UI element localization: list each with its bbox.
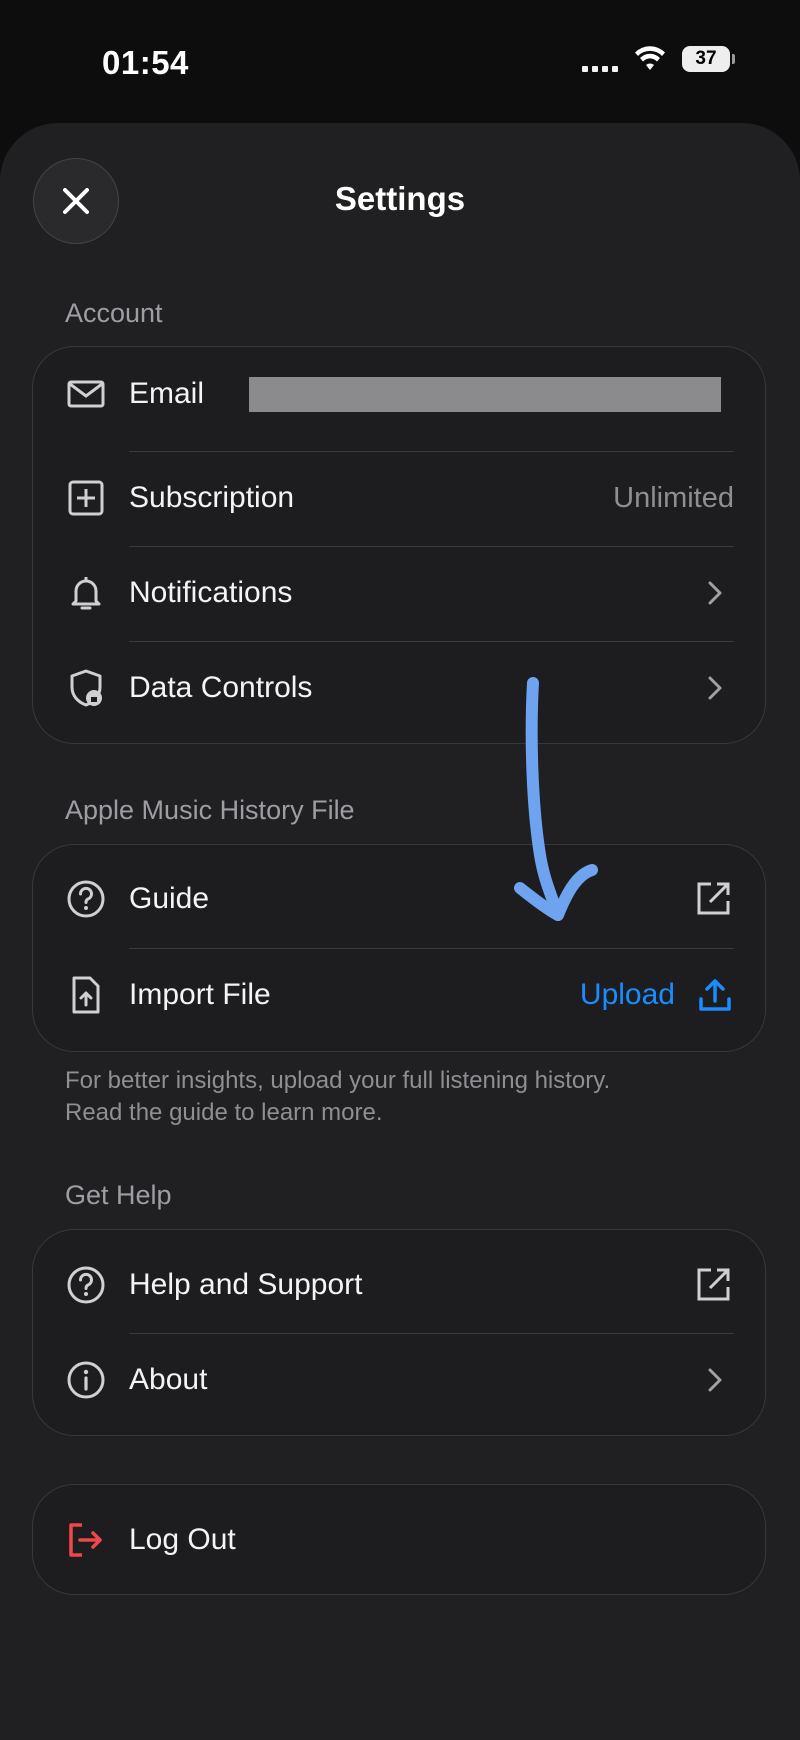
status-bar: 01:54 37 [0, 0, 800, 120]
chevron-right-icon [708, 1368, 722, 1392]
logout-label: Log Out [129, 1523, 236, 1556]
plus-square-icon [66, 478, 106, 518]
logout-card: Log Out [32, 1484, 766, 1595]
footnote-line-2: Read the guide to learn more. [65, 1099, 383, 1126]
mail-icon [66, 374, 106, 414]
section-label-account: Account [65, 298, 163, 328]
section-label-help: Get Help [65, 1180, 172, 1210]
email-label: Email [129, 377, 205, 410]
row-guide[interactable]: Guide [33, 852, 765, 946]
cellular-signal-icon [582, 46, 618, 72]
row-notifications[interactable]: Notifications [33, 546, 765, 640]
subscription-value: Unlimited [613, 481, 734, 514]
history-card: Guide Import File Upload [32, 844, 766, 1052]
status-icons: 37 [582, 46, 735, 72]
status-time: 01:54 [102, 44, 189, 81]
footnote-line-1: For better insights, upload your full li… [65, 1067, 611, 1094]
help-card: Help and Support About [32, 1229, 766, 1436]
row-about[interactable]: About [33, 1333, 765, 1427]
logout-button[interactable]: Log Out [33, 1493, 765, 1587]
upload-button[interactable]: Upload [580, 977, 733, 1013]
wifi-icon [635, 46, 665, 70]
subscription-label: Subscription [129, 481, 295, 514]
question-circle-icon [66, 1265, 106, 1305]
bell-icon [66, 573, 106, 613]
row-help-support[interactable]: Help and Support [33, 1238, 765, 1332]
shield-lock-icon [66, 668, 106, 708]
guide-label: Guide [129, 882, 210, 915]
upload-icon [699, 979, 731, 1011]
data-controls-label: Data Controls [129, 671, 313, 704]
section-label-history: Apple Music History File [65, 795, 355, 825]
row-import-file[interactable]: Import File Upload [33, 948, 765, 1042]
about-label: About [129, 1363, 208, 1396]
row-email: Email [33, 347, 765, 441]
notifications-label: Notifications [129, 576, 293, 609]
upload-label: Upload [579, 978, 675, 1011]
account-card: Email Subscription Unlimited Notificatio… [32, 346, 766, 744]
info-circle-icon [66, 1360, 106, 1400]
chevron-right-icon [708, 581, 722, 605]
chevron-right-icon [708, 676, 722, 700]
question-circle-icon [66, 879, 106, 919]
external-link-icon[interactable] [693, 879, 733, 919]
file-upload-icon [66, 975, 106, 1015]
page-title: Settings [334, 180, 466, 217]
battery-indicator: 37 [682, 46, 735, 72]
history-footnote: For better insights, upload your full li… [65, 1065, 610, 1129]
row-data-controls[interactable]: Data Controls [33, 641, 765, 735]
email-value-redacted [249, 376, 721, 412]
help-support-label: Help and Support [129, 1268, 363, 1301]
row-subscription[interactable]: Subscription Unlimited [33, 451, 765, 545]
import-file-label: Import File [129, 978, 271, 1011]
logout-icon [66, 1520, 106, 1560]
external-link-icon[interactable] [693, 1265, 733, 1305]
